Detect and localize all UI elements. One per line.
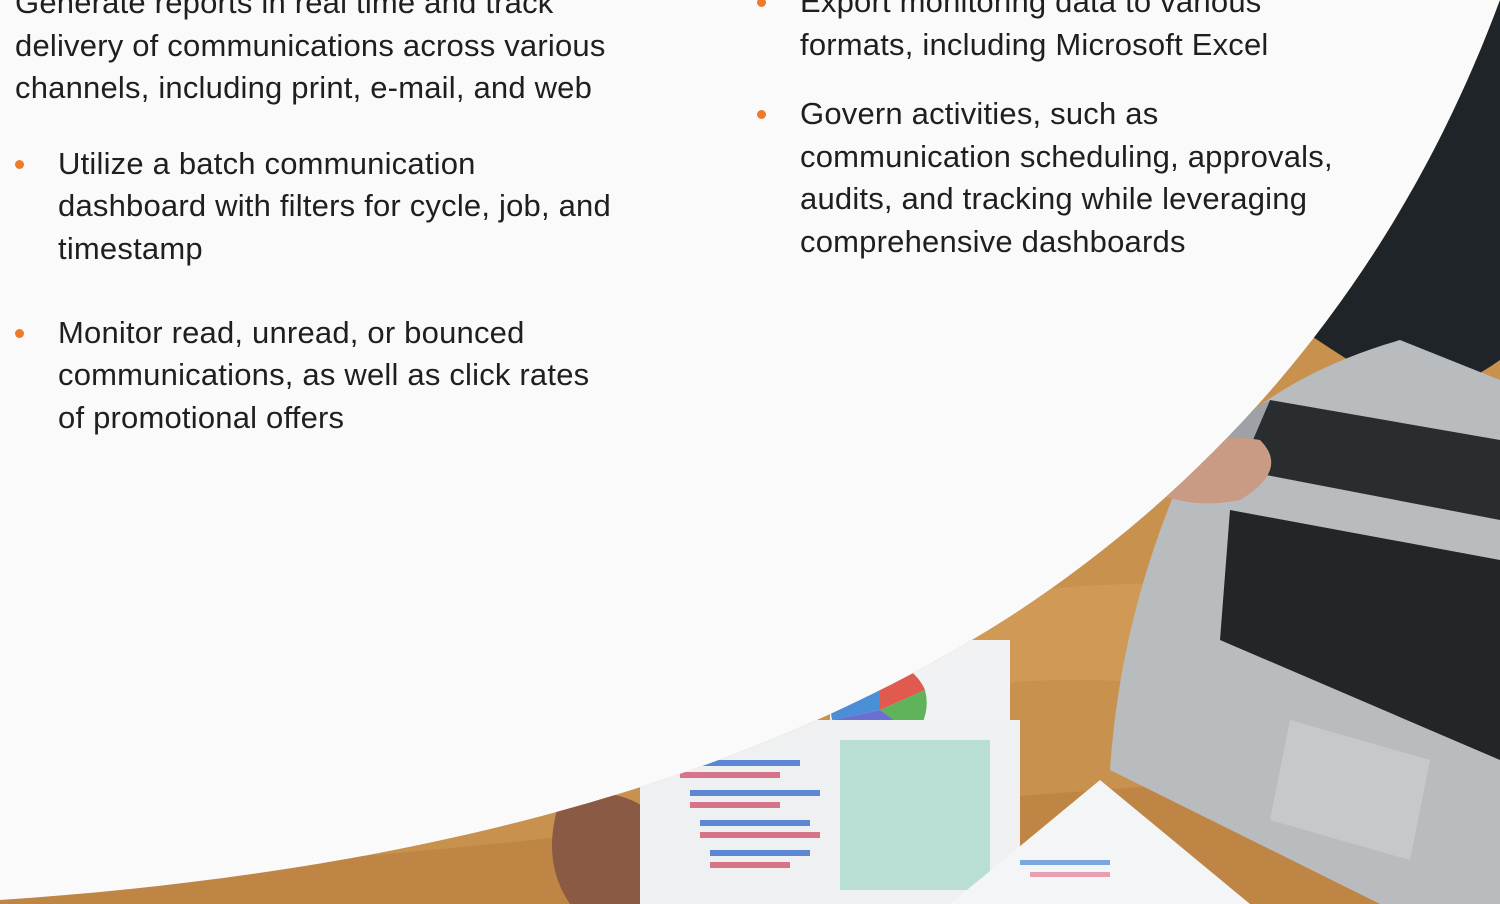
bullet-dot-icon xyxy=(757,110,766,120)
bullet-dot-icon xyxy=(15,328,24,338)
list-item: Govern activities, such as communication… xyxy=(757,93,1377,263)
bullet-text: Govern activities, such as communication… xyxy=(800,96,1333,259)
left-bullet-list: Utilize a batch communication dashboard … xyxy=(15,143,655,440)
list-item: Export monitoring data to various format… xyxy=(757,0,1377,66)
list-item: Utilize a batch communication dashboard … xyxy=(15,143,618,271)
left-column: Generate reports in real time and track … xyxy=(15,0,655,439)
bullet-text: Utilize a batch communication dashboard … xyxy=(58,145,611,266)
intro-text: Generate reports in real time and track … xyxy=(15,0,606,106)
right-column: Export monitoring data to various format… xyxy=(757,0,1377,264)
bullet-dot-icon xyxy=(757,0,766,7)
bullet-text: Monitor read, unread, or bounced communi… xyxy=(58,314,590,435)
list-item: Monitor read, unread, or bounced communi… xyxy=(15,312,618,440)
right-bullet-list: Export monitoring data to various format… xyxy=(757,0,1377,264)
bullet-dot-icon xyxy=(15,159,24,169)
bullet-text: Export monitoring data to various format… xyxy=(800,0,1269,62)
